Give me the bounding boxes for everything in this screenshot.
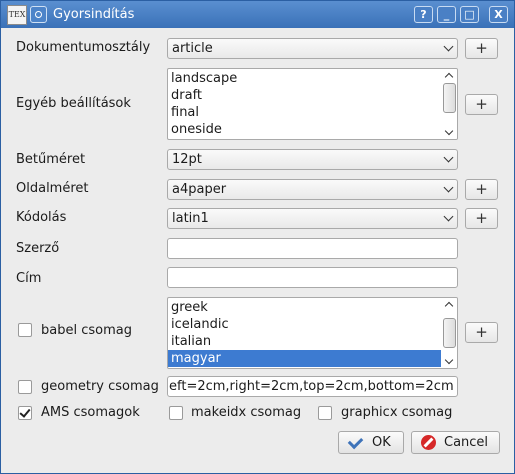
font-size-value: 12pt xyxy=(172,152,202,167)
list-item[interactable]: oneside xyxy=(171,121,222,138)
list-item[interactable]: italian xyxy=(171,333,211,350)
encoding-value: latin1 xyxy=(172,211,209,226)
scroll-up-icon[interactable] xyxy=(444,72,454,82)
title-bar[interactable]: TEX Gyorsindítás ? _ □ X xyxy=(1,1,514,28)
list-item[interactable]: icelandic xyxy=(171,316,229,333)
paper-size-label: Oldalméret xyxy=(16,181,89,196)
ok-button[interactable]: OK xyxy=(338,431,404,454)
add-babel-language-button[interactable]: + xyxy=(465,322,498,343)
other-options-scrollbar[interactable] xyxy=(442,69,457,139)
help-button[interactable]: ? xyxy=(414,6,433,23)
list-item[interactable]: landscape xyxy=(171,70,237,87)
geometry-value: eft=2cm,right=2cm,top=2cm,bottom=2cm xyxy=(169,379,454,394)
scroll-thumb[interactable] xyxy=(443,83,456,113)
chevron-down-icon xyxy=(443,152,454,163)
quickstart-dialog: TEX Gyorsindítás ? _ □ X Dokumentumosztá… xyxy=(0,0,515,474)
author-label: Szerző xyxy=(16,241,60,256)
add-other-option-button[interactable]: + xyxy=(465,94,498,115)
encoding-label: Kódolás xyxy=(16,210,67,225)
window-menu-icon[interactable] xyxy=(30,6,47,23)
encoding-select[interactable]: latin1 xyxy=(167,208,458,229)
add-paper-size-button[interactable]: + xyxy=(465,179,498,200)
title-input[interactable] xyxy=(167,267,458,288)
tex-app-icon: TEX xyxy=(7,5,27,25)
geometry-input[interactable]: eft=2cm,right=2cm,top=2cm,bottom=2cm xyxy=(167,376,458,397)
scroll-down-icon[interactable] xyxy=(444,126,454,136)
other-options-list[interactable]: landscape draft final oneside xyxy=(167,68,458,140)
document-class-value: article xyxy=(172,41,213,56)
babel-scrollbar[interactable] xyxy=(442,298,457,368)
makeidx-checkbox[interactable] xyxy=(169,406,183,420)
checkmark-icon xyxy=(347,433,364,450)
author-input[interactable] xyxy=(167,238,458,259)
add-document-class-button[interactable]: + xyxy=(465,38,498,59)
list-item[interactable]: greek xyxy=(171,299,208,316)
font-size-label: Betűméret xyxy=(16,152,86,167)
paper-size-value: a4paper xyxy=(172,182,227,197)
list-item[interactable]: final xyxy=(171,104,199,121)
list-item[interactable]: draft xyxy=(171,87,202,104)
scroll-down-icon[interactable] xyxy=(444,355,454,365)
document-class-select[interactable]: article xyxy=(167,38,458,59)
geometry-checkbox[interactable] xyxy=(18,380,32,394)
chevron-down-icon xyxy=(443,211,454,222)
geometry-label: geometry csomag xyxy=(41,379,159,394)
babel-label: babel csomag xyxy=(41,323,132,338)
maximize-button[interactable]: □ xyxy=(460,6,479,23)
chevron-down-icon xyxy=(443,182,454,193)
font-size-select[interactable]: 12pt xyxy=(167,149,458,170)
paper-size-select[interactable]: a4paper xyxy=(167,179,458,200)
ams-checkbox[interactable] xyxy=(18,406,32,420)
minimize-button[interactable]: _ xyxy=(437,6,456,23)
list-item-selected[interactable]: magyar xyxy=(168,350,441,367)
ok-label: OK xyxy=(372,435,391,450)
document-class-label: Dokumentumosztály xyxy=(16,40,151,55)
close-button[interactable]: X xyxy=(489,6,508,23)
babel-language-list[interactable]: greek icelandic italian magyar xyxy=(167,297,458,369)
graphicx-label: graphicx csomag xyxy=(341,405,453,420)
cancel-icon xyxy=(421,435,436,450)
title-label: Cím xyxy=(16,271,42,286)
scroll-up-icon[interactable] xyxy=(444,301,454,311)
cancel-button[interactable]: Cancel xyxy=(411,431,500,454)
add-encoding-button[interactable]: + xyxy=(465,208,498,229)
babel-checkbox[interactable] xyxy=(18,323,32,337)
other-options-label: Egyéb beállítások xyxy=(16,96,131,111)
makeidx-label: makeidx csomag xyxy=(191,405,302,420)
graphicx-checkbox[interactable] xyxy=(318,406,332,420)
ams-label: AMS csomagok xyxy=(41,405,140,420)
cancel-label: Cancel xyxy=(444,435,489,450)
window-title: Gyorsindítás xyxy=(53,7,135,22)
scroll-thumb[interactable] xyxy=(443,318,456,348)
chevron-down-icon xyxy=(443,41,454,52)
